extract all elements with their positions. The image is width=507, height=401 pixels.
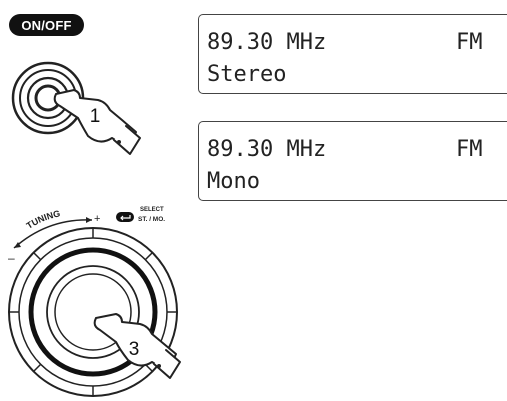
on-off-label: ON/OFF — [9, 14, 84, 36]
frequency-readout: 89.30 MHz — [207, 137, 327, 162]
step-number-3: 3 — [129, 339, 140, 360]
mode-readout: Stereo — [207, 62, 287, 87]
tuning-minus: – — [8, 251, 15, 265]
tuning-label: TUNING — [25, 208, 61, 230]
stmo-label: ST. / MO. — [138, 216, 165, 223]
band-readout: FM — [456, 137, 483, 162]
select-button[interactable] — [116, 212, 134, 222]
select-label: SELECT — [140, 207, 164, 213]
lcd-display-mono: 89.30 MHz FM Mono — [198, 121, 507, 201]
lcd-display-stereo: 89.30 MHz FM Stereo — [198, 14, 507, 94]
power-button[interactable]: 1 — [0, 36, 160, 166]
frequency-readout: 89.30 MHz — [207, 30, 327, 55]
tuning-plus: + — [94, 213, 100, 225]
band-readout: FM — [456, 30, 483, 55]
step-number-1: 1 — [90, 106, 101, 127]
mode-readout: Mono — [207, 169, 260, 194]
tuning-knob[interactable]: TUNING – + SELECT ST. / MO. 3 — [0, 190, 200, 401]
